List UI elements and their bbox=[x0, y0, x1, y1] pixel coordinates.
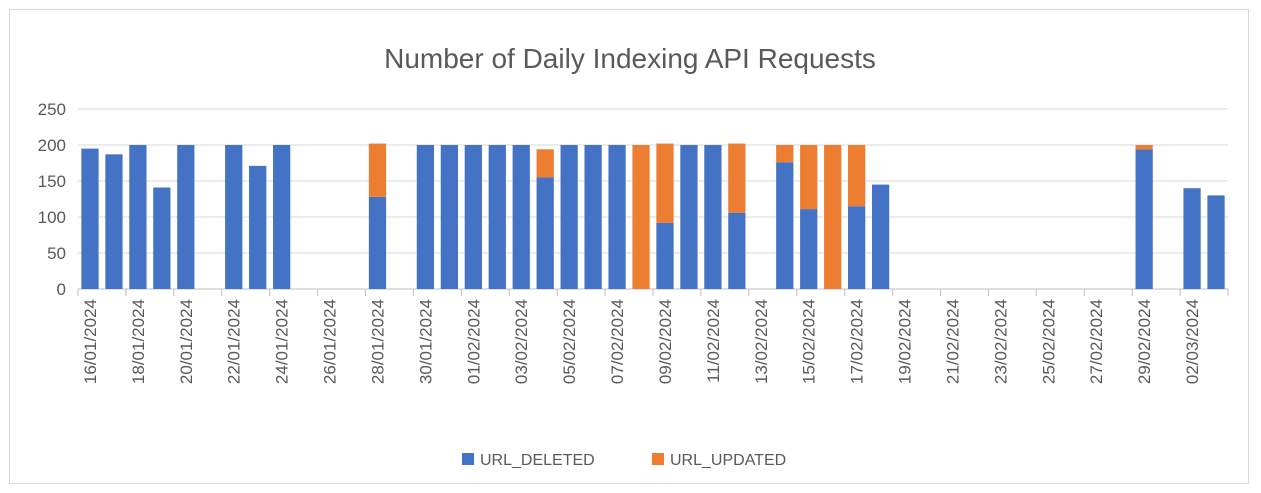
bar-url-deleted bbox=[776, 162, 794, 289]
legend-label: URL_UPDATED bbox=[670, 452, 786, 469]
bar-url-deleted bbox=[536, 177, 554, 289]
stacked-bar-chart: Number of Daily Indexing API Requests 05… bbox=[38, 43, 1229, 469]
bar-url-deleted bbox=[488, 145, 506, 289]
bar-url-deleted bbox=[464, 145, 482, 289]
x-tick-label: 29/02/2024 bbox=[1135, 299, 1154, 384]
y-axis: 0 50 100 150 200 250 bbox=[38, 100, 66, 299]
y-tick-label: 50 bbox=[47, 244, 66, 263]
bar-url-deleted bbox=[177, 145, 195, 289]
x-tick-label: 16/01/2024 bbox=[81, 299, 100, 384]
legend-swatch bbox=[462, 453, 474, 465]
bar-url-updated bbox=[800, 145, 818, 210]
bar-url-deleted bbox=[416, 145, 435, 289]
chart-title: Number of Daily Indexing API Requests bbox=[384, 43, 876, 74]
bar-url-updated bbox=[656, 143, 674, 223]
bar-url-deleted bbox=[656, 222, 674, 289]
x-tick-label: 07/02/2024 bbox=[608, 299, 627, 384]
bar-url-updated bbox=[536, 149, 554, 178]
x-tick-label: 13/02/2024 bbox=[752, 299, 771, 384]
x-tick-label: 03/02/2024 bbox=[512, 299, 531, 384]
bar-url-updated bbox=[728, 143, 746, 213]
x-tick-label: 19/02/2024 bbox=[896, 299, 915, 384]
legend-swatch bbox=[652, 453, 664, 465]
legend: URL_DELETED URL_UPDATED bbox=[462, 452, 786, 469]
y-tick-label: 250 bbox=[38, 100, 66, 119]
x-tick-label: 17/02/2024 bbox=[848, 299, 867, 384]
bar-url-deleted bbox=[800, 209, 818, 289]
bar-url-updated bbox=[632, 145, 650, 289]
bar-url-deleted bbox=[608, 145, 626, 289]
legend-label: URL_DELETED bbox=[480, 452, 595, 469]
y-tick-label: 100 bbox=[38, 208, 66, 227]
bar-url-deleted bbox=[584, 145, 602, 289]
x-tick-label: 18/01/2024 bbox=[129, 299, 148, 384]
bar-url-deleted bbox=[225, 145, 243, 289]
bar-url-deleted bbox=[512, 145, 530, 289]
bar-url-deleted bbox=[81, 148, 99, 289]
bar-url-deleted bbox=[1183, 188, 1201, 289]
x-tick-label: 26/01/2024 bbox=[321, 299, 340, 384]
bar-url-deleted bbox=[273, 145, 291, 289]
x-tick-label: 27/02/2024 bbox=[1087, 299, 1106, 384]
x-tick-label: 02/03/2024 bbox=[1183, 299, 1202, 384]
bar-url-deleted bbox=[368, 196, 387, 289]
x-tick-label: 21/02/2024 bbox=[943, 299, 962, 384]
x-tick-label: 09/02/2024 bbox=[656, 299, 675, 384]
x-tick-label: 24/01/2024 bbox=[273, 299, 292, 384]
x-tick-label: 22/01/2024 bbox=[225, 299, 244, 384]
bar-url-updated bbox=[848, 145, 866, 207]
x-tick-label: 15/02/2024 bbox=[800, 299, 819, 384]
bar-url-deleted bbox=[560, 145, 578, 289]
bar-url-deleted bbox=[1135, 149, 1153, 289]
bar-url-updated bbox=[368, 143, 387, 197]
y-tick-label: 200 bbox=[38, 136, 66, 155]
bar-url-deleted bbox=[728, 212, 746, 289]
x-tick-label: 30/01/2024 bbox=[416, 299, 435, 384]
x-tick-label: 25/02/2024 bbox=[1039, 299, 1058, 384]
bar-url-deleted bbox=[249, 165, 267, 289]
x-tick-label: 20/01/2024 bbox=[177, 299, 196, 384]
bar-url-deleted bbox=[440, 145, 458, 289]
x-tick-label: 05/02/2024 bbox=[560, 299, 579, 384]
y-tick-label: 0 bbox=[57, 280, 66, 299]
bar-url-deleted bbox=[105, 154, 123, 289]
bar-url-deleted bbox=[871, 184, 890, 289]
bar-url-deleted bbox=[1207, 195, 1225, 289]
bar-url-deleted bbox=[129, 145, 147, 289]
x-tick-label: 11/02/2024 bbox=[704, 299, 723, 383]
bar-url-deleted bbox=[704, 145, 722, 289]
bar-url-updated bbox=[824, 145, 842, 289]
bar-url-deleted bbox=[153, 187, 171, 289]
x-tick-label: 28/01/2024 bbox=[368, 299, 387, 384]
bar-url-deleted bbox=[680, 145, 698, 289]
bar-url-deleted bbox=[848, 206, 866, 289]
x-axis: 16/01/2024 18/01/2024 20/01/2024 22/01/2024… bbox=[77, 289, 1229, 384]
y-tick-label: 150 bbox=[38, 172, 66, 191]
x-tick-label: 01/02/2024 bbox=[464, 299, 483, 384]
bars bbox=[81, 143, 1225, 289]
x-tick-label: 23/02/2024 bbox=[991, 299, 1010, 384]
bar-url-updated bbox=[1135, 145, 1153, 150]
bar-url-updated bbox=[776, 145, 794, 163]
